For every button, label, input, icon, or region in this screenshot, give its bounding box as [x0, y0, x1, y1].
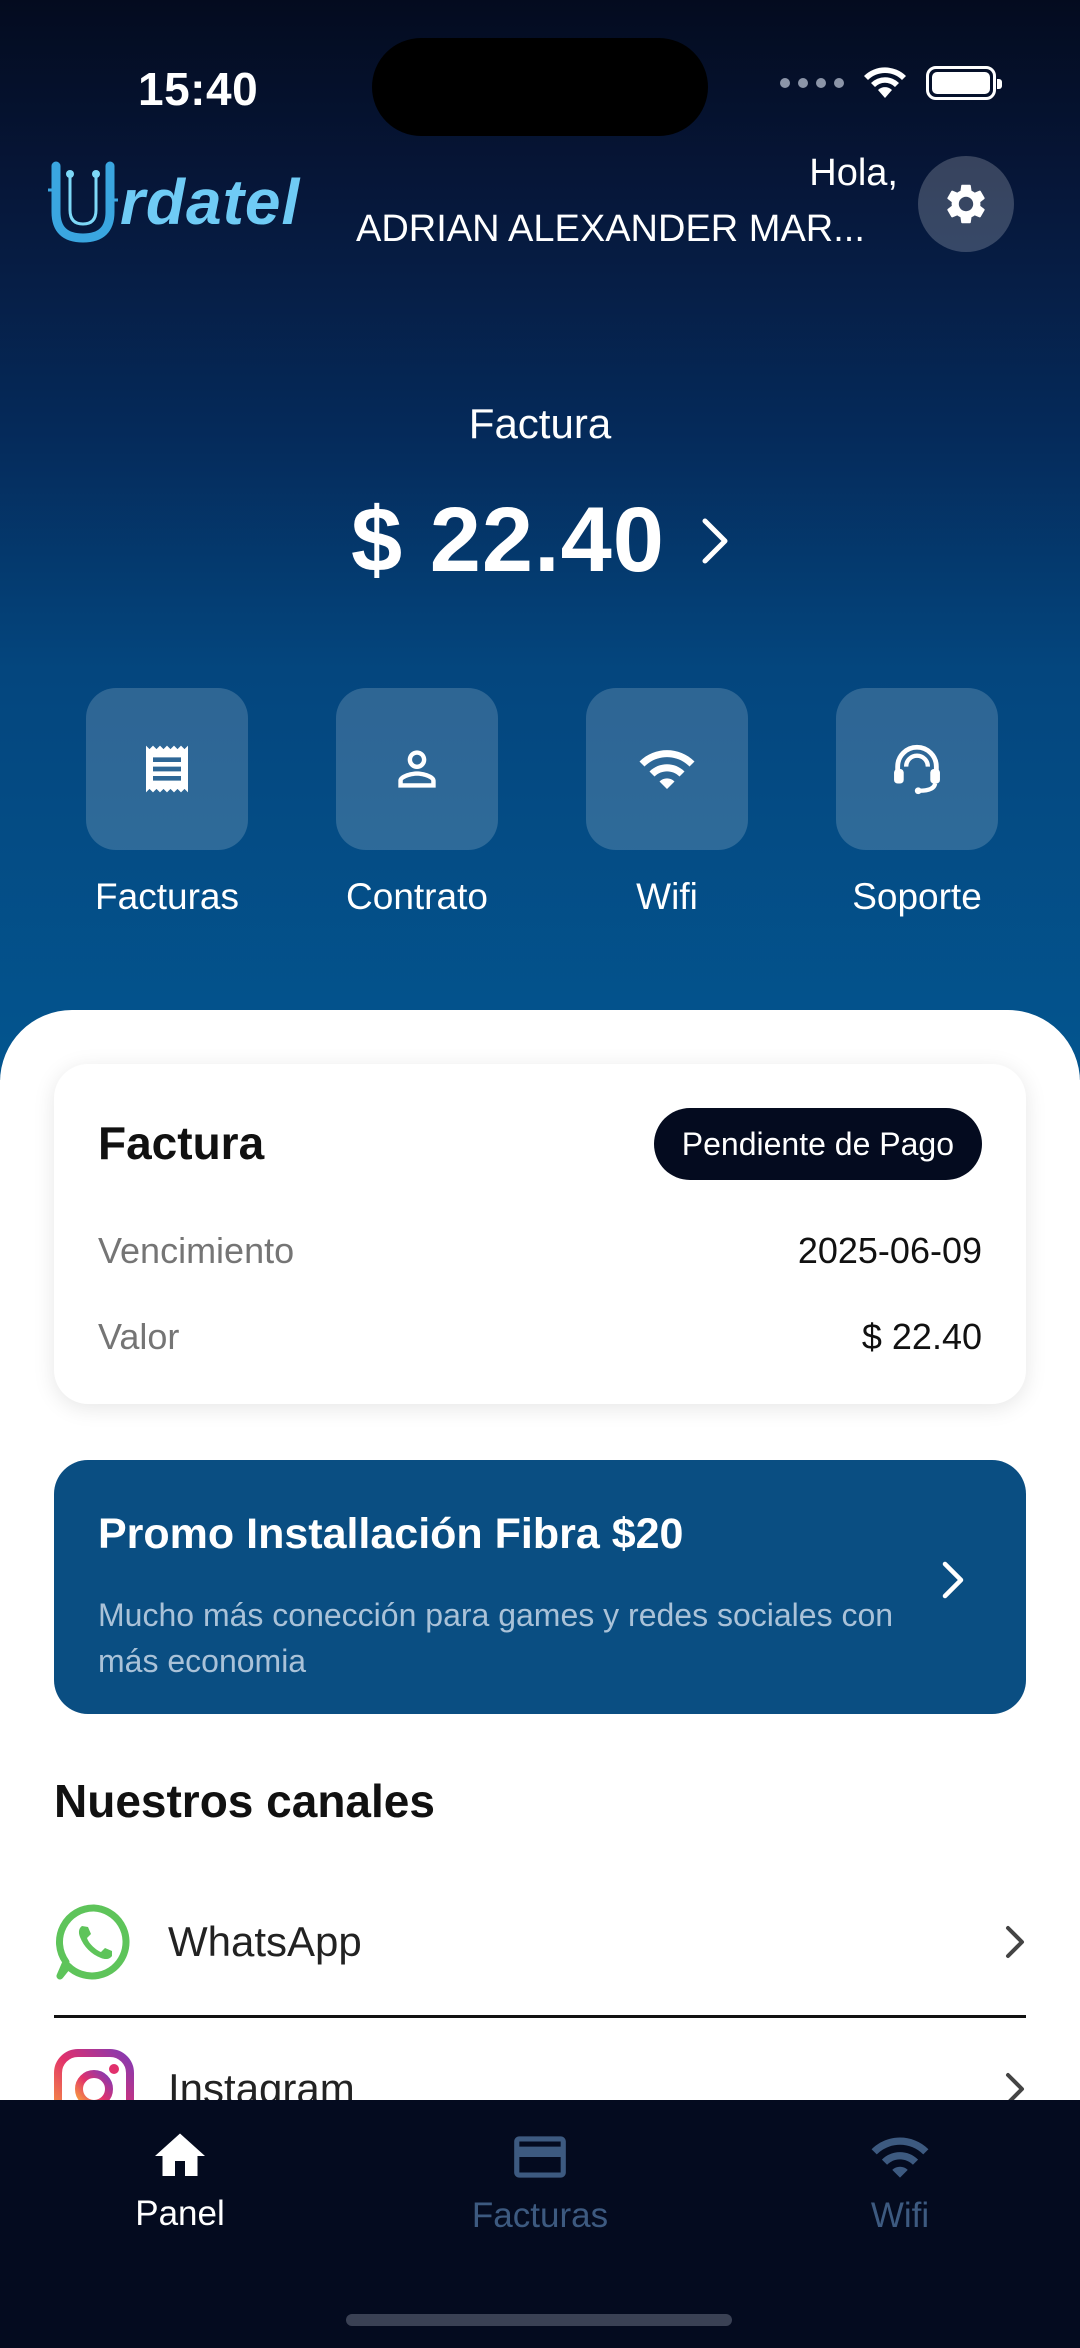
urdatel-logo: rdatel	[46, 160, 300, 244]
status-time: 15:40	[138, 63, 259, 115]
wifi-icon	[639, 750, 695, 789]
due-date-value: 2025-06-09	[797, 1230, 982, 1271]
channel-label: WhatsApp	[168, 1918, 362, 1965]
hero-invoice-label: Factura	[468, 400, 612, 447]
person-icon	[398, 750, 436, 788]
nav-item-wifi[interactable]: Wifi	[780, 2126, 1020, 2236]
action-tile[interactable]	[336, 688, 498, 850]
wifi-status-icon	[864, 67, 906, 98]
battery-icon	[926, 66, 1002, 100]
home-indicator	[346, 2314, 732, 2326]
promo-title: Promo Installación Fibra $20	[98, 1510, 684, 1558]
action-wifi[interactable]: Wifi	[586, 688, 748, 918]
action-label: Soporte	[852, 876, 982, 917]
dynamic-island	[372, 38, 708, 136]
wifi-icon	[871, 2137, 929, 2178]
support-agent-icon	[894, 744, 940, 795]
action-tile[interactable]	[836, 688, 998, 850]
action-contrato[interactable]: Contrato	[336, 688, 498, 918]
logo-mark	[48, 161, 118, 243]
signal-dots-icon	[780, 78, 844, 88]
amount-label: Valor	[98, 1316, 180, 1357]
credit-card-icon	[514, 2136, 566, 2178]
promo-banner[interactable]: Promo Installación Fibra $20 Mucho más c…	[54, 1460, 1026, 1714]
chevron-right-icon	[942, 1561, 964, 1599]
hero-amount: $ 22.40	[351, 489, 665, 591]
chevron-right-icon	[1006, 1926, 1024, 1958]
action-tile[interactable]	[86, 688, 248, 850]
action-label: Wifi	[636, 876, 698, 917]
receipt-icon	[146, 745, 188, 793]
nav-label: Wifi	[870, 2196, 930, 2235]
invoice-card[interactable]: Factura Pendiente de Pago Vencimiento 20…	[54, 1064, 1026, 1404]
action-soporte[interactable]: Soporte	[836, 688, 998, 918]
action-label: Contrato	[346, 876, 488, 917]
amount-value: $ 22.40	[861, 1316, 982, 1357]
home-icon	[155, 2133, 205, 2176]
nav-item-facturas[interactable]: Facturas	[420, 2126, 660, 2236]
bottom-navigation: Panel Facturas Wifi	[0, 2100, 1080, 2348]
promo-description: Mucho más conección para games y redes s…	[98, 1597, 894, 1679]
user-name: ADRIAN ALEXANDER MAR...	[356, 208, 865, 250]
action-label: Facturas	[95, 876, 239, 917]
nav-label: Facturas	[471, 2196, 609, 2235]
nav-label: Panel	[135, 2194, 225, 2233]
status-badge: Pendiente de Pago	[653, 1108, 982, 1180]
logo-text: rdatel	[120, 166, 301, 238]
action-tile[interactable]	[586, 688, 748, 850]
channels-title: Nuestros canales	[54, 1775, 435, 1827]
channel-whatsapp[interactable]: WhatsApp	[54, 1868, 1026, 2016]
chevron-right-icon	[702, 518, 728, 563]
quick-actions: Facturas Contrato Wifi Soporte	[86, 688, 998, 918]
hero-amount-link[interactable]: $ 22.40	[0, 488, 1080, 593]
settings-button[interactable]	[918, 156, 1014, 252]
gear-icon	[947, 184, 985, 224]
status-icons	[780, 66, 1002, 100]
nav-item-panel[interactable]: Panel	[60, 2126, 300, 2234]
greeting: Hola,	[809, 152, 898, 194]
due-date-label: Vencimiento	[98, 1230, 295, 1271]
invoice-card-title: Factura	[98, 1117, 265, 1169]
whatsapp-icon	[56, 1904, 130, 1980]
action-facturas[interactable]: Facturas	[86, 688, 248, 918]
